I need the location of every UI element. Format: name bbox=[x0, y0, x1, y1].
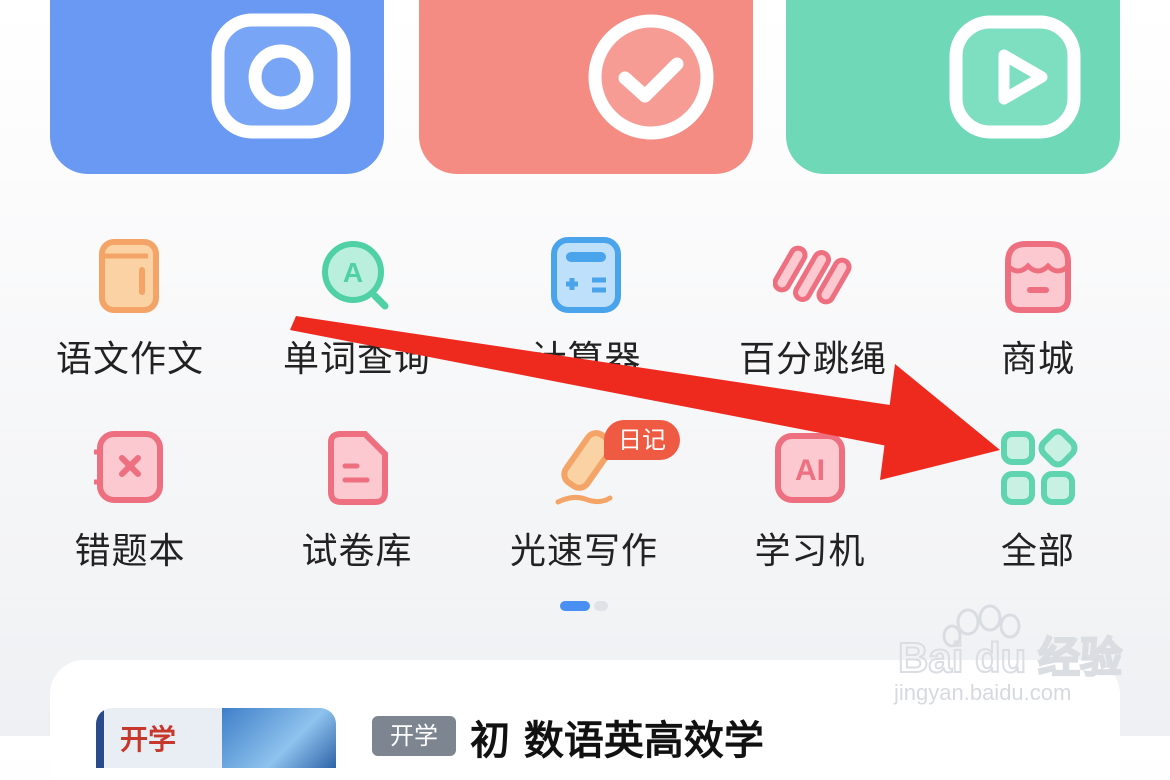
watermark-url: jingyan.baidu.com bbox=[893, 680, 1071, 705]
baidu-watermark: Bai du 经验 jingyan.baidu.com bbox=[890, 600, 1130, 710]
watermark-brand: Bai du 经验 bbox=[898, 634, 1122, 681]
paw-logo-icon: Bai du 经验 jingyan.baidu.com bbox=[893, 604, 1123, 705]
